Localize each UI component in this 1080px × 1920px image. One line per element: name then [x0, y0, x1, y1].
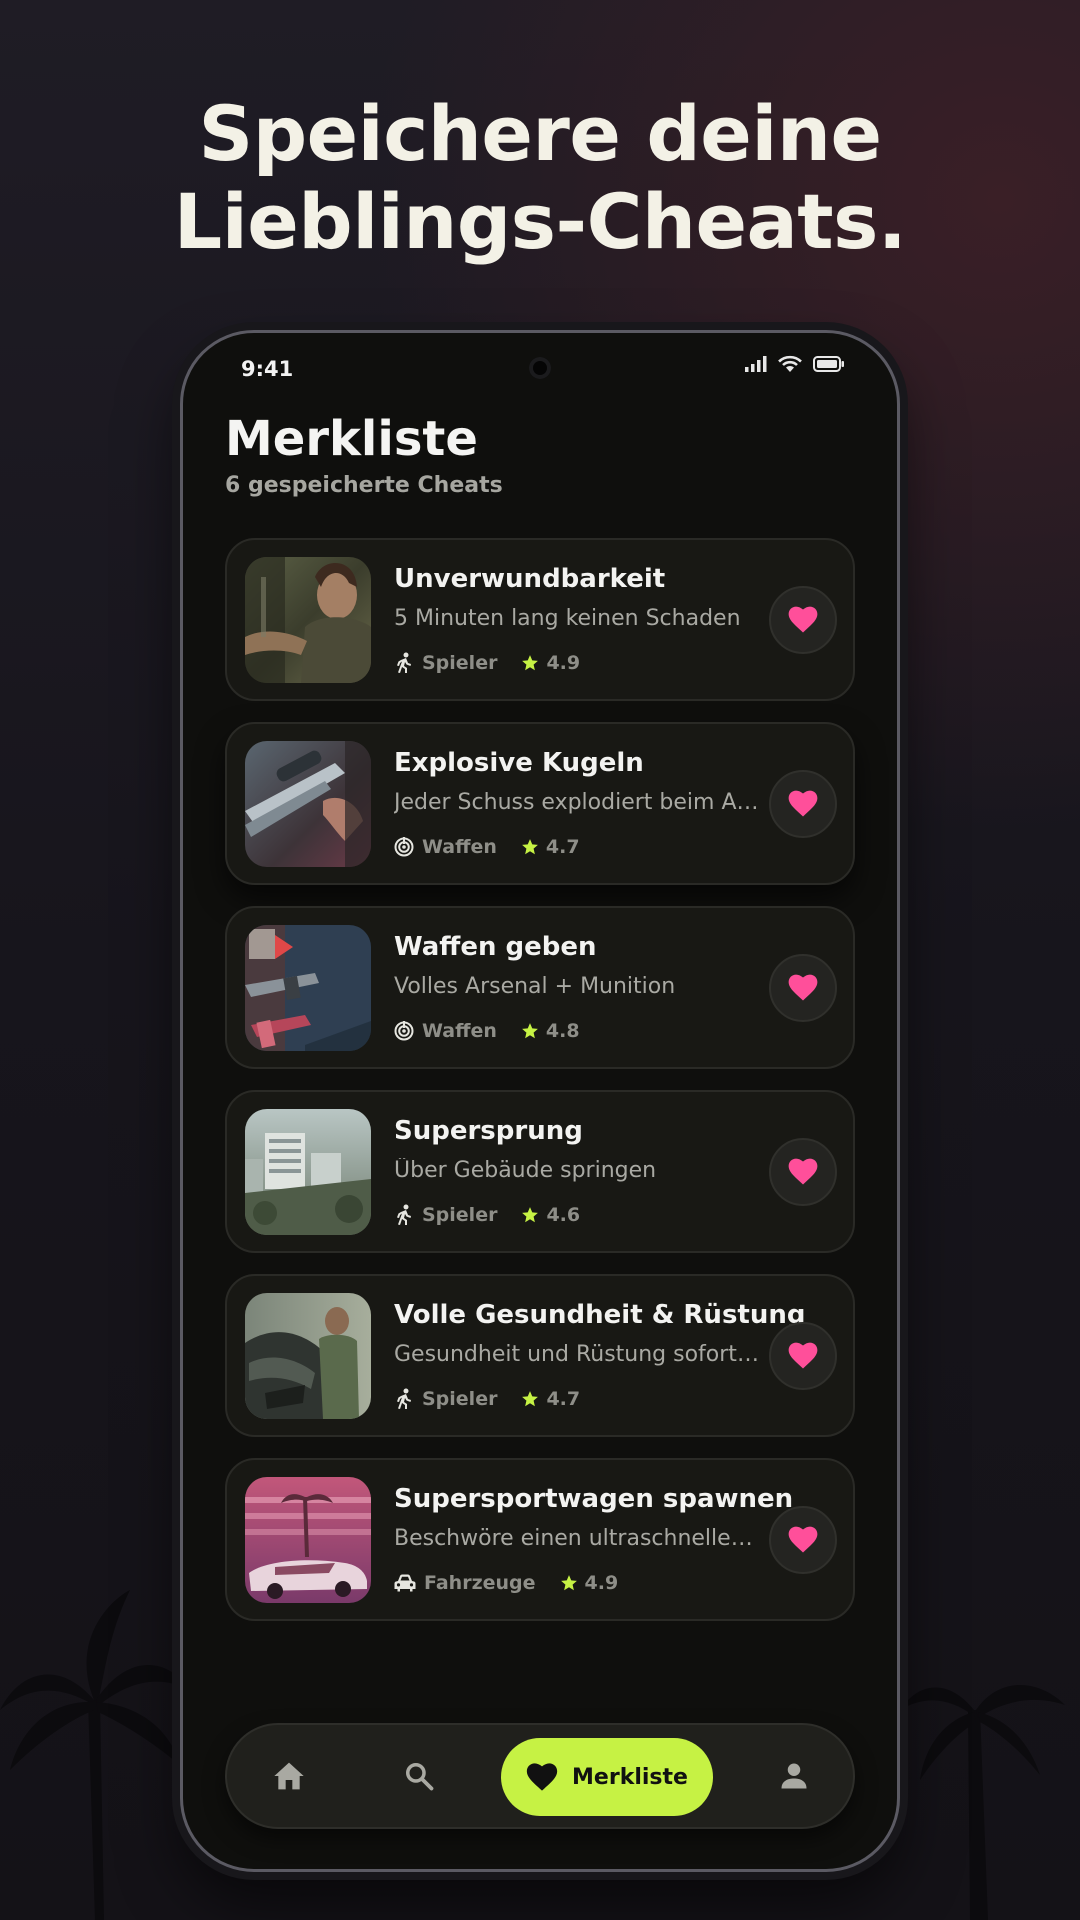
headline: Speichere deine Lieblings-Cheats. — [0, 90, 1080, 266]
cheat-meta: Waffen 4.8 — [394, 1019, 580, 1043]
favorite-button[interactable] — [769, 1138, 837, 1206]
palm-silhouette-left — [0, 1590, 190, 1920]
favorite-button[interactable] — [769, 954, 837, 1022]
nav-profile[interactable] — [768, 1750, 820, 1802]
cheat-card[interactable]: Supersprung Über Gebäude springen Spiele… — [225, 1090, 855, 1253]
heart-icon — [788, 606, 818, 633]
nav-search[interactable] — [393, 1750, 445, 1802]
favorite-button[interactable] — [769, 770, 837, 838]
cheat-description: Über Gebäude springen — [394, 1158, 657, 1183]
cheat-title: Explosive Kugeln — [394, 748, 644, 778]
status-icons — [745, 355, 845, 373]
cheat-thumbnail — [245, 557, 371, 683]
status-bar: 9:41 — [183, 333, 897, 403]
profile-icon — [781, 1763, 807, 1789]
cheat-rating: 4.7 — [545, 836, 580, 858]
star-icon — [522, 655, 539, 671]
target-icon — [394, 837, 414, 857]
cheat-meta: Waffen 4.7 — [394, 835, 580, 859]
page-subtitle: 6 gespeicherte Cheats — [225, 473, 503, 498]
favorite-button[interactable] — [769, 1322, 837, 1390]
nav-home[interactable] — [263, 1750, 315, 1802]
cheat-description: Jeder Schuss explodiert beim Aufprall — [394, 790, 762, 815]
cheat-category: Spieler — [422, 1204, 498, 1226]
cheat-card[interactable]: Unverwundbarkeit 5 Minuten lang keinen S… — [225, 538, 855, 701]
heart-icon — [526, 1762, 558, 1791]
star-icon — [522, 839, 538, 855]
heart-icon — [788, 1342, 818, 1369]
cheat-thumbnail — [245, 1293, 371, 1419]
cheat-title: Supersprung — [394, 1116, 583, 1146]
signal-icon — [745, 356, 767, 372]
cheat-title: Supersportwagen spawnen — [394, 1484, 794, 1514]
wifi-icon — [778, 355, 802, 372]
cheat-title: Unverwundbarkeit — [394, 564, 666, 594]
cheat-category: Waffen — [422, 1020, 497, 1042]
target-icon — [394, 1021, 414, 1041]
star-icon — [560, 1575, 577, 1591]
headline-line-1: Speichere deine — [198, 89, 882, 178]
cheat-description: Gesundheit und Rüstung sofort auffüllen — [394, 1342, 762, 1367]
cheat-category: Fahrzeuge — [424, 1572, 536, 1594]
favorite-button[interactable] — [769, 586, 837, 654]
star-icon — [522, 1207, 539, 1223]
bottom-nav: Merkliste — [225, 1723, 855, 1829]
cheat-description: Volles Arsenal + Munition — [394, 974, 676, 999]
cheat-thumbnail — [245, 925, 371, 1051]
cheat-rating: 4.9 — [546, 652, 581, 674]
cheat-thumbnail — [245, 741, 371, 867]
cheat-description: Beschwöre einen ultraschnellen Exoten — [394, 1526, 762, 1551]
runner-icon — [397, 652, 411, 673]
status-time: 9:41 — [241, 357, 294, 381]
cheat-meta: Spieler 4.7 — [394, 1387, 580, 1411]
favorites-list: Unverwundbarkeit 5 Minuten lang keinen S… — [225, 538, 855, 1642]
cheat-card[interactable]: Supersportwagen spawnen Beschwöre einen … — [225, 1458, 855, 1621]
cheat-meta: Spieler 4.6 — [394, 1203, 580, 1227]
cheat-category: Spieler — [422, 652, 498, 674]
heart-icon — [788, 974, 818, 1001]
star-icon — [522, 1391, 539, 1407]
front-camera — [529, 357, 551, 379]
phone-frame: 9:41 Merkliste 6 gespeicherte Cheats Unv… — [180, 330, 900, 1872]
cheat-description: 5 Minuten lang keinen Schaden — [394, 606, 741, 631]
page-title: Merkliste — [225, 411, 478, 467]
runner-icon — [397, 1388, 411, 1409]
heart-icon — [788, 1158, 818, 1185]
palm-silhouette-right — [900, 1685, 1065, 1920]
nav-favorites-active[interactable]: Merkliste — [501, 1738, 713, 1816]
search-icon — [406, 1763, 434, 1791]
car-icon — [394, 1574, 416, 1592]
cheat-thumbnail — [245, 1477, 371, 1603]
cheat-thumbnail — [245, 1109, 371, 1235]
cheat-rating: 4.8 — [545, 1020, 580, 1042]
headline-line-2: Lieblings-Cheats. — [173, 177, 907, 266]
cheat-rating: 4.9 — [584, 1572, 619, 1594]
phone-power-button — [900, 655, 906, 760]
heart-icon — [788, 790, 818, 817]
cheat-rating: 4.7 — [546, 1388, 581, 1410]
cheat-title: Waffen geben — [394, 932, 597, 962]
cheat-category: Waffen — [422, 836, 497, 858]
cheat-category: Spieler — [422, 1388, 498, 1410]
cheat-title: Volle Gesundheit & Rüstung — [394, 1300, 806, 1330]
cheat-meta: Fahrzeuge 4.9 — [394, 1571, 618, 1595]
heart-icon — [788, 1526, 818, 1553]
cheat-card[interactable]: Explosive Kugeln Jeder Schuss explodiert… — [225, 722, 855, 885]
star-icon — [522, 1023, 538, 1039]
runner-icon — [397, 1204, 411, 1225]
favorite-button[interactable] — [769, 1506, 837, 1574]
nav-active-label: Merkliste — [572, 1764, 688, 1790]
cheat-card[interactable]: Volle Gesundheit & Rüstung Gesundheit un… — [225, 1274, 855, 1437]
cheat-card[interactable]: Waffen geben Volles Arsenal + Munition W… — [225, 906, 855, 1069]
battery-icon — [813, 356, 844, 372]
cheat-rating: 4.6 — [546, 1204, 581, 1226]
home-icon — [274, 1762, 304, 1790]
cheat-meta: Spieler 4.9 — [394, 651, 580, 675]
